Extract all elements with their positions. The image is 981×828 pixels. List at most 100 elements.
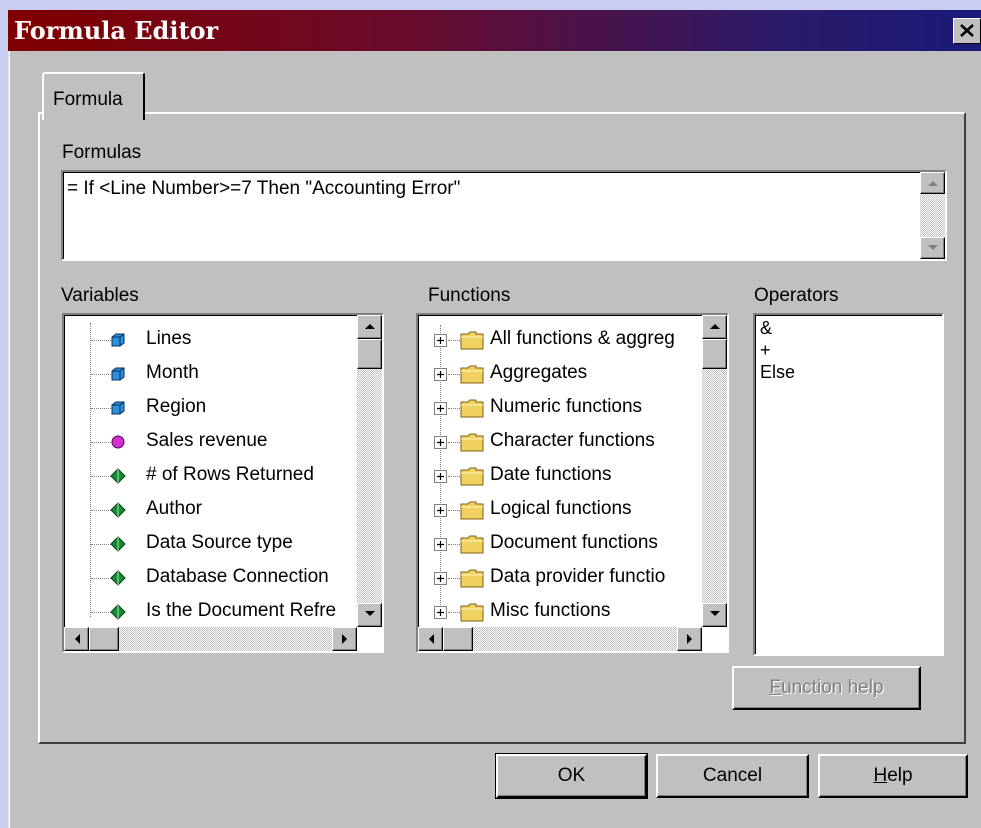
formulas-label: Formulas	[62, 142, 142, 163]
functions-vertical-scrollbar[interactable]	[702, 315, 727, 627]
cancel-button[interactable]: Cancel	[656, 754, 809, 798]
variable-item-label: Lines	[146, 328, 192, 349]
dimension-cube-icon	[110, 366, 126, 387]
ok-button-label: OK	[557, 765, 586, 786]
tab-formula-label: Formula	[53, 89, 123, 110]
operator-item[interactable]: &	[760, 318, 772, 339]
formula-text-area[interactable]: = If <Line Number>=7 Then "Accounting Er…	[61, 170, 947, 261]
variables-list[interactable]: Lines Month Region Sales revenue # of Rows R…	[62, 313, 384, 653]
tree-connector	[91, 476, 111, 478]
expand-plus-icon[interactable]	[434, 402, 447, 420]
measure-circle-icon	[110, 434, 126, 455]
functions-scroll-left-button[interactable]	[418, 627, 443, 651]
tree-connector	[91, 340, 111, 342]
variable-item-label: Month	[146, 362, 199, 383]
tree-connector	[90, 323, 92, 617]
formula-scroll-down-button[interactable]	[920, 237, 945, 259]
folder-icon	[460, 432, 484, 457]
variables-scroll-up-button[interactable]	[357, 315, 382, 339]
function-category-label: Numeric functions	[490, 396, 643, 417]
help-mnemonic: H	[873, 765, 888, 786]
variables-scroll-thumb[interactable]	[357, 339, 382, 369]
variables-label: Variables	[61, 285, 139, 306]
close-icon	[960, 24, 974, 37]
title-bar[interactable]: Formula Editor	[8, 10, 981, 51]
function-category-label: Data provider functio	[490, 566, 666, 587]
tree-connector	[91, 374, 111, 376]
operator-item[interactable]: Else	[760, 362, 795, 383]
tree-connector	[448, 510, 460, 512]
variables-scroll-right-button[interactable]	[332, 627, 357, 651]
operator-item[interactable]: +	[760, 340, 771, 361]
functions-scroll-down-button[interactable]	[702, 603, 727, 627]
folder-icon	[460, 534, 484, 559]
formula-scroll-up-button[interactable]	[920, 172, 945, 194]
tree-connector	[448, 476, 460, 478]
arrow-down-icon	[710, 611, 720, 616]
tree-connector	[448, 408, 460, 410]
function-help-mnemonic: F	[769, 677, 782, 698]
expand-plus-icon[interactable]	[434, 334, 447, 352]
function-category-label: Misc functions	[490, 600, 611, 621]
help-button[interactable]: Help	[818, 754, 968, 798]
arrow-left-icon	[429, 634, 434, 644]
expand-plus-icon[interactable]	[434, 470, 447, 488]
arrow-right-icon	[342, 634, 347, 644]
functions-scroll-thumb[interactable]	[702, 339, 727, 369]
variable-diamond-icon	[110, 502, 126, 523]
window-title: Formula Editor	[14, 16, 219, 45]
functions-scroll-right-button[interactable]	[677, 627, 702, 651]
variable-item-label: # of Rows Returned	[146, 464, 314, 485]
expand-plus-icon[interactable]	[434, 436, 447, 454]
functions-horizontal-scrollbar[interactable]	[418, 627, 702, 651]
variable-item-label: Database Connection	[146, 566, 329, 587]
tree-connector	[91, 510, 111, 512]
function-help-button[interactable]: Function help	[732, 666, 921, 710]
arrow-up-icon	[710, 324, 720, 329]
folder-icon	[460, 398, 484, 423]
close-button[interactable]	[953, 18, 981, 44]
function-category-label: Logical functions	[490, 498, 632, 519]
formula-scrollbar[interactable]	[920, 172, 945, 259]
expand-plus-icon[interactable]	[434, 572, 447, 590]
variable-diamond-icon	[110, 604, 126, 625]
function-help-label-rest: unction help	[781, 677, 884, 698]
arrow-left-icon	[75, 634, 80, 644]
functions-scroll-up-button[interactable]	[702, 315, 727, 339]
variable-diamond-icon	[110, 468, 126, 489]
variables-horizontal-scrollbar[interactable]	[64, 627, 357, 651]
variable-item-label: Sales revenue	[146, 430, 268, 451]
variable-diamond-icon	[110, 536, 126, 557]
tab-formula[interactable]: Formula	[42, 72, 145, 120]
expand-plus-icon[interactable]	[434, 504, 447, 522]
tree-connector	[91, 612, 111, 614]
function-category-label: Date functions	[490, 464, 612, 485]
dimension-cube-icon	[110, 332, 126, 353]
tree-connector	[448, 374, 460, 376]
help-label-rest: elp	[887, 765, 913, 786]
folder-icon	[460, 568, 484, 593]
function-category-label: Document functions	[490, 532, 658, 553]
arrow-right-icon	[687, 634, 692, 644]
tree-connector	[448, 340, 460, 342]
expand-plus-icon[interactable]	[434, 538, 447, 556]
variable-item-label: Data Source type	[146, 532, 293, 553]
functions-hscroll-thumb[interactable]	[443, 627, 473, 651]
variable-diamond-icon	[110, 570, 126, 591]
variables-vertical-scrollbar[interactable]	[357, 315, 382, 627]
variables-scroll-down-button[interactable]	[357, 603, 382, 627]
expand-plus-icon[interactable]	[434, 368, 447, 386]
function-category-label: Character functions	[490, 430, 655, 451]
folder-icon	[460, 364, 484, 389]
variables-hscroll-thumb[interactable]	[89, 627, 119, 651]
ok-button[interactable]: OK	[495, 753, 648, 799]
expand-plus-icon[interactable]	[434, 606, 447, 624]
operators-list[interactable]: & + Else	[753, 313, 944, 656]
folder-icon	[460, 330, 484, 355]
formula-editor-window: Formula Editor Formula Formulas = If <Li…	[8, 10, 981, 828]
cancel-button-label: Cancel	[702, 765, 763, 786]
variables-scroll-left-button[interactable]	[64, 627, 89, 651]
functions-list[interactable]: All functions & aggreg Aggregates Numeric …	[416, 313, 729, 653]
function-category-label: All functions & aggreg	[490, 328, 675, 349]
tree-connector	[91, 408, 111, 410]
